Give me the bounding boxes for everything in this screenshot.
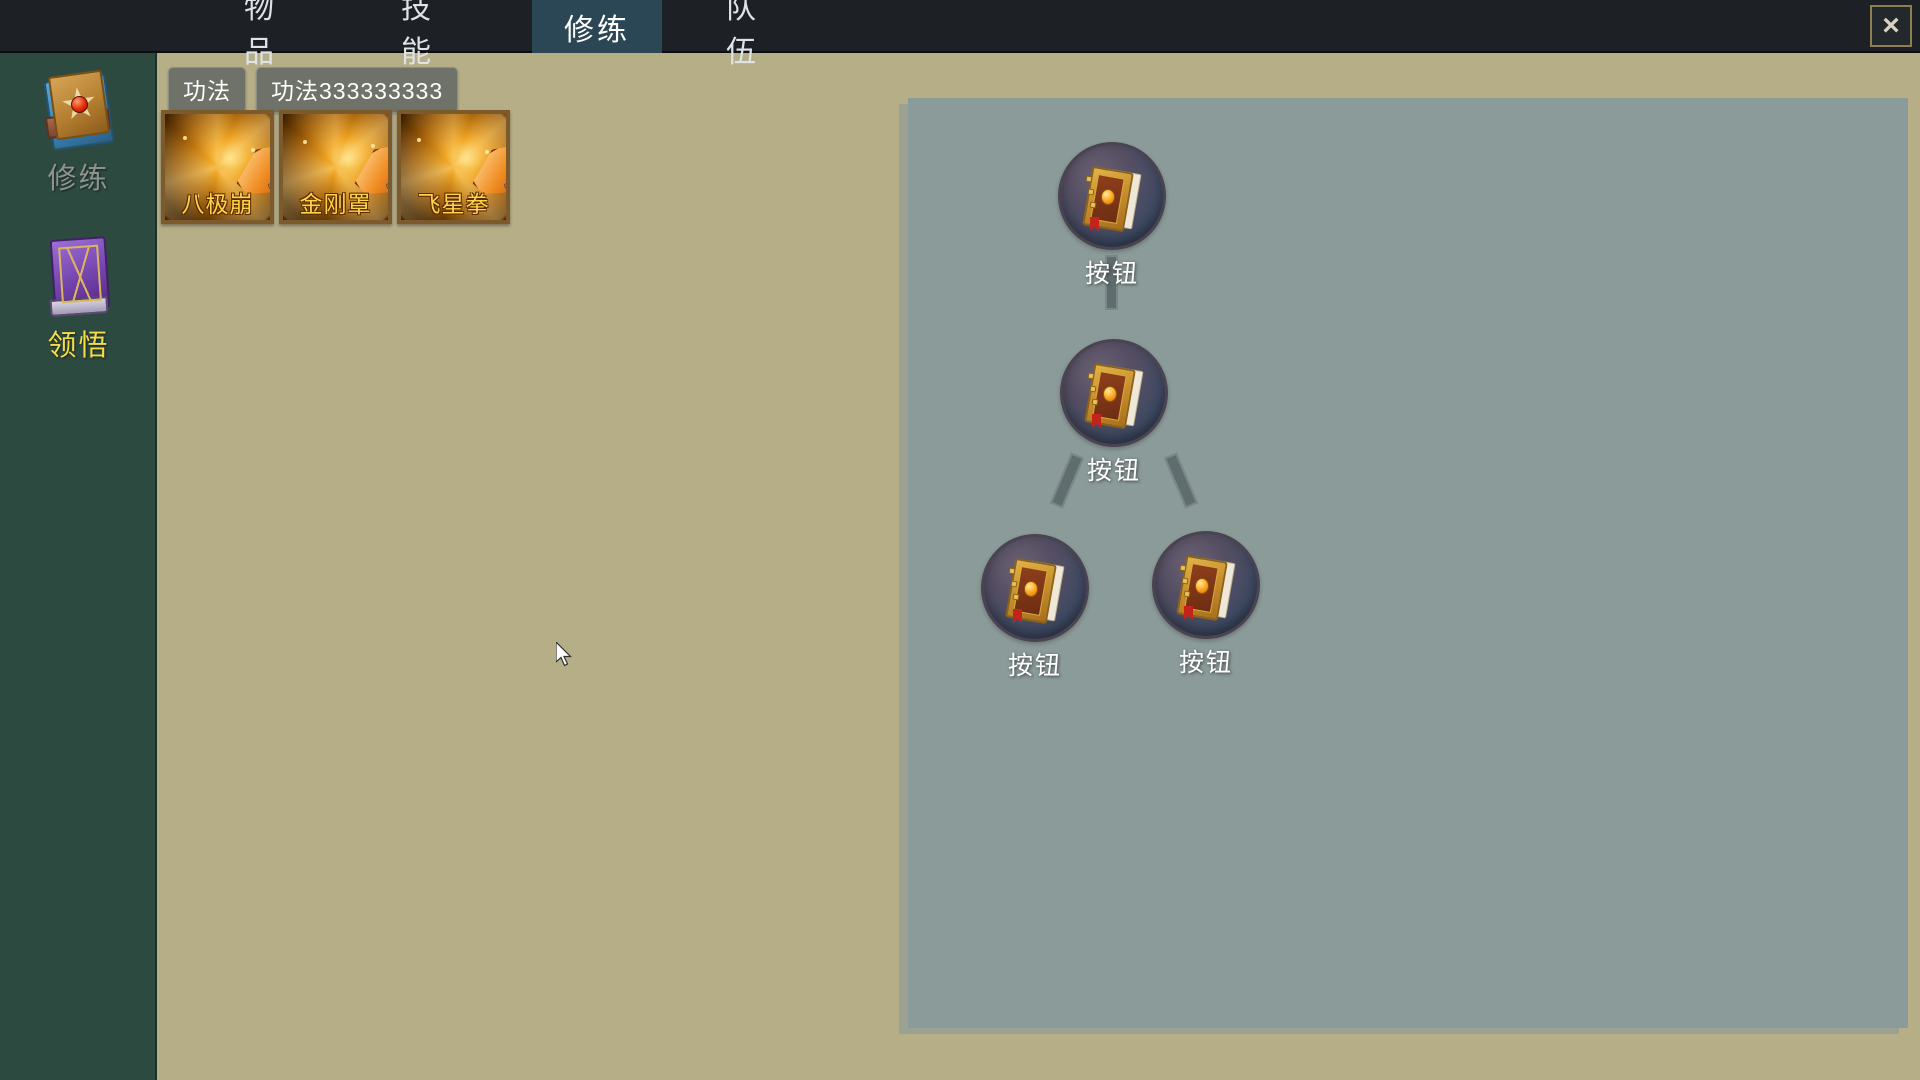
filter-button-gongfa-long-label: 功法333333333 [271, 78, 444, 104]
skill-tree-node-root[interactable]: 按钮 [1058, 142, 1166, 288]
filter-button-row: 功法 功法333333333 [168, 67, 459, 113]
skill-card[interactable]: 飞星拳 [397, 110, 510, 224]
close-icon[interactable]: × [1870, 5, 1912, 47]
tab-cultivation[interactable]: 修练 [532, 0, 662, 53]
skill-card-list: 八极崩 金刚罩 飞星拳 [161, 110, 510, 224]
skill-card[interactable]: 八极崩 [161, 110, 274, 224]
skill-tree-panel: 按钮 按钮 按钮 按钮 [908, 98, 1908, 1028]
tab-skills[interactable]: 技能 [375, 0, 490, 69]
book-node-icon [1060, 339, 1168, 447]
tab-items-label: 物品 [244, 0, 277, 69]
book-node-icon [981, 534, 1089, 642]
skill-tree-node-root-label: 按钮 [1084, 260, 1139, 288]
sidebar-item-cultivation[interactable]: 修练 [0, 63, 157, 197]
skill-tree-node-tier2-label: 按钮 [1086, 457, 1141, 485]
skill-tree-node-tier3-right-label: 按钮 [1178, 649, 1233, 677]
skill-card-label: 金刚罩 [299, 191, 372, 217]
skill-tree-node-tier3-left[interactable]: 按钮 [981, 534, 1089, 680]
tab-skills-label: 技能 [401, 0, 434, 69]
tab-cultivation-label: 修练 [564, 13, 630, 47]
book-node-icon [1152, 531, 1260, 639]
tab-team[interactable]: 队伍 [700, 0, 815, 69]
sidebar-item-enlightenment-label: 领悟 [47, 330, 110, 362]
sidebar-item-enlightenment[interactable]: 领悟 [0, 230, 157, 364]
tab-team-label: 队伍 [726, 0, 759, 69]
skill-tree-node-tier2[interactable]: 按钮 [1060, 339, 1168, 485]
skill-card-label: 八极崩 [181, 191, 254, 217]
purple-book-icon [38, 230, 120, 320]
skill-tree-node-tier3-right[interactable]: 按钮 [1152, 531, 1260, 677]
book-node-icon [1058, 142, 1166, 250]
filter-button-gongfa-label: 功法 [183, 78, 231, 104]
top-tab-bar: 物品 技能 修练 队伍 [0, 0, 1920, 69]
sidebar: 修练 领悟 [0, 53, 157, 1080]
filter-button-gongfa[interactable]: 功法 [168, 67, 246, 113]
sidebar-item-cultivation-label: 修练 [47, 163, 110, 195]
skill-card[interactable]: 金刚罩 [279, 110, 392, 224]
close-glyph: × [1882, 9, 1900, 42]
skill-tree-node-tier3-left-label: 按钮 [1007, 652, 1062, 680]
gold-star-book-icon [38, 63, 120, 153]
filter-button-gongfa-long[interactable]: 功法333333333 [256, 67, 459, 113]
skill-card-label: 飞星拳 [417, 191, 490, 217]
tab-items[interactable]: 物品 [218, 0, 333, 69]
